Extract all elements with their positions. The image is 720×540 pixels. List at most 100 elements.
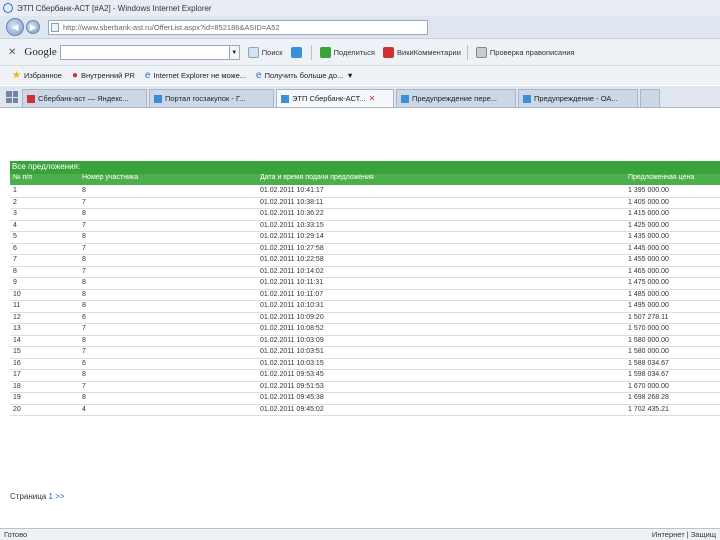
- offers-column-headers: № п/п Номер участника Дата и время подач…: [10, 174, 720, 185]
- security-zone: Интернет | Защищ: [651, 530, 716, 539]
- wiki-icon: [383, 46, 394, 58]
- table-cell: 1 465 000.00: [628, 267, 669, 275]
- table-row: 13 7 01.02.2011 10:08:52 1 570 000.00: [10, 324, 720, 336]
- column-header: Номер участника: [82, 174, 139, 181]
- table-cell: 7: [82, 348, 86, 355]
- plus-button[interactable]: [290, 46, 305, 58]
- google-logo: Google: [24, 46, 57, 58]
- table-cell: 8: [82, 256, 86, 263]
- ie-page-icon: e: [144, 70, 151, 81]
- table-cell: 01.02.2011 09:45:02: [260, 405, 324, 413]
- spellcheck-icon: [475, 46, 487, 58]
- table-row: 12 6 01.02.2011 10:09:20 1 507 278.11: [10, 313, 720, 324]
- table-cell: 01.02.2011 10:03:51: [260, 348, 324, 355]
- google-search-dropdown[interactable]: ▼: [229, 44, 240, 60]
- search-button[interactable]: Поиск: [247, 46, 283, 58]
- tab-zakupki[interactable]: Портал госзакупок - Г...: [149, 89, 274, 107]
- table-cell: 1 495 000.00: [628, 302, 669, 309]
- favorite-link[interactable]: e Получить больше до... ▼: [256, 70, 354, 81]
- table-cell: 8: [82, 394, 86, 401]
- table-cell: 01.02.2011 10:38:11: [260, 198, 324, 206]
- page-link[interactable]: 1: [49, 492, 53, 501]
- forward-button[interactable]: ▶: [26, 20, 40, 34]
- table-row: 1 8 01.02.2011 10:41:17 1 395 000.00: [10, 186, 720, 198]
- table-row: 11 8 01.02.2011 10:10:31 1 495 000.00: [10, 301, 720, 313]
- table-row: 14 8 01.02.2011 10:03:09 1 580 000.00: [10, 336, 720, 347]
- table-cell: 4: [13, 221, 17, 229]
- tab-warning-1[interactable]: Предупреждение пере...: [396, 89, 516, 107]
- tab-page-icon: [27, 94, 35, 103]
- table-row: 16 6 01.02.2011 10:03:15 1 588 034.67: [10, 359, 720, 370]
- table-cell: 1 435 000.00: [628, 233, 669, 240]
- new-tab-button[interactable]: [640, 89, 660, 107]
- table-row: 5 8 01.02.2011 10:29:14 1 435 000.00: [10, 232, 720, 244]
- url-input[interactable]: http://www.sberbank-ast.ru/OfferList.asp…: [48, 19, 428, 35]
- tab-page-icon: [281, 94, 289, 103]
- table-cell: 12: [13, 313, 21, 321]
- toolbar-separator: [466, 44, 468, 60]
- table-cell: 7: [82, 198, 86, 206]
- table-cell: 8: [82, 371, 86, 378]
- tab-yandex[interactable]: Сбербанк-аст — Яндекс...: [22, 89, 147, 107]
- table-cell: 8: [82, 279, 86, 286]
- table-cell: 1 588 034.67: [628, 359, 669, 367]
- table-cell: 1 670 000.00: [628, 382, 669, 390]
- quick-tabs-icon[interactable]: [6, 91, 18, 103]
- table-row: 17 8 01.02.2011 09:53:45 1 598 034.67: [10, 370, 720, 382]
- share-button[interactable]: Поделиться: [319, 46, 375, 58]
- table-cell: 2: [13, 198, 17, 206]
- table-cell: 01.02.2011 10:09:20: [260, 313, 324, 321]
- table-cell: 6: [13, 244, 17, 252]
- search-icon: [247, 46, 259, 58]
- pagination: Страница 1 >>: [10, 492, 65, 501]
- table-cell: 8: [13, 267, 17, 275]
- close-toolbar-icon[interactable]: ✕: [8, 47, 16, 58]
- table-row: 10 8 01.02.2011 10:11:07 1 485 000.00: [10, 290, 720, 301]
- tab-warning-2[interactable]: Предупреждение - ОА...: [518, 89, 638, 107]
- tab-page-icon: [401, 94, 409, 103]
- table-cell: 01.02.2011 10:08:52: [260, 325, 324, 332]
- tab-sberbank-ast[interactable]: ЭТП Сбербанк-АСТ... ✕: [276, 89, 394, 107]
- tab-bar: Сбербанк-аст — Яндекс... Портал госзакуп…: [0, 86, 720, 108]
- next-page-link[interactable]: >>: [55, 492, 64, 501]
- table-cell: 15: [13, 348, 21, 355]
- table-row: 20 4 01.02.2011 09:45:02 1 702 435.21: [10, 405, 720, 416]
- offers-table: 1 8 01.02.2011 10:41:17 1 395 000.00 2 7 01.02…: [10, 186, 720, 416]
- share-icon: [319, 46, 331, 58]
- offers-header: Все предложения: № п/п Номер участника Д…: [10, 161, 720, 185]
- table-cell: 8: [82, 187, 86, 194]
- toolbar-separator: [310, 44, 312, 60]
- table-cell: 20: [13, 405, 21, 413]
- table-cell: 16: [13, 359, 21, 367]
- favorites-bar: ★ Избранное ● Внутренний PR e Internet E…: [0, 65, 720, 85]
- wiki-comments-button[interactable]: ВикиКомментарии: [383, 46, 461, 58]
- status-bar: Готово Интернет | Защищ: [0, 528, 720, 540]
- table-cell: 7: [13, 256, 17, 263]
- table-cell: 6: [82, 359, 86, 367]
- table-cell: 01.02.2011 10:29:14: [260, 233, 324, 240]
- tab-close-icon[interactable]: ✕: [369, 90, 376, 107]
- table-cell: 1 395 000.00: [628, 187, 669, 194]
- table-cell: 6: [82, 313, 86, 321]
- table-row: 3 8 01.02.2011 10:36:22 1 415 000.00: [10, 209, 720, 221]
- favorites-button[interactable]: ★ Избранное: [12, 70, 62, 81]
- spellcheck-button[interactable]: Проверка правописания: [475, 46, 575, 58]
- table-cell: 10: [13, 290, 21, 298]
- table-cell: 13: [13, 325, 21, 332]
- back-button[interactable]: ◀: [6, 18, 24, 36]
- table-row: 7 8 01.02.2011 10:22:58 1 455 000.00: [10, 255, 720, 267]
- favorite-link[interactable]: e Internet Explorer не може...: [145, 70, 246, 81]
- table-row: 18 7 01.02.2011 09:51:53 1 670 000.00: [10, 382, 720, 393]
- ie-page-icon: e: [256, 70, 262, 81]
- favorite-link[interactable]: ● Внутренний PR: [72, 70, 135, 81]
- table-cell: 1 580 000.00: [628, 348, 669, 355]
- table-cell: 01.02.2011 09:53:45: [260, 371, 324, 378]
- column-header: № п/п: [13, 174, 32, 181]
- table-cell: 1 570 000.00: [628, 325, 669, 332]
- google-search-input[interactable]: [59, 44, 230, 60]
- column-header: Дата и время подачи предложения: [260, 174, 374, 181]
- table-cell: 01.02.2011 10:11:07: [260, 290, 324, 298]
- star-icon: ★: [12, 70, 21, 81]
- table-row: 8 7 01.02.2011 10:14:02 1 465 000.00: [10, 267, 720, 278]
- favorite-icon: ●: [71, 70, 79, 81]
